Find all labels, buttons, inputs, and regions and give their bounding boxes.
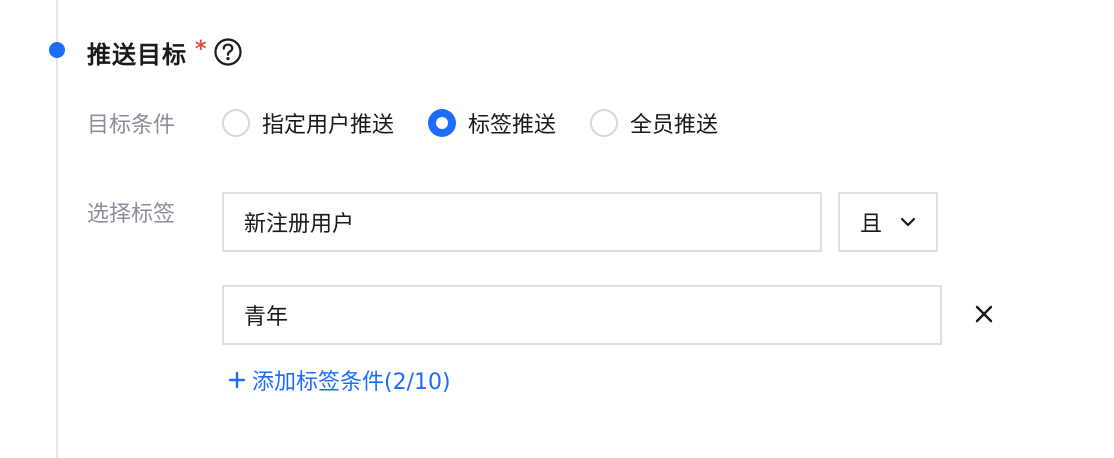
section-header: 推送目标 *	[87, 34, 243, 70]
radio-specified-users[interactable]: 指定用户推送	[222, 107, 394, 139]
logic-operator-select[interactable]: 且	[838, 192, 938, 252]
target-condition-radio-group: 指定用户推送 标签推送 全员推送	[222, 105, 718, 141]
select-tag-label: 选择标签	[87, 202, 176, 227]
tag-input-2[interactable]: 青年	[222, 285, 942, 345]
add-tag-condition-link[interactable]: 添加标签条件(2/10)	[228, 364, 451, 396]
target-condition-label: 目标条件	[87, 113, 176, 138]
radio-label: 全员推送	[630, 113, 719, 138]
radio-circle-unchecked[interactable]	[222, 109, 250, 137]
required-mark: *	[195, 36, 207, 62]
tag-input-1[interactable]: 新注册用户	[222, 192, 822, 252]
radio-all-users[interactable]: 全员推送	[590, 107, 718, 139]
logic-operator-value: 且	[860, 212, 883, 237]
timeline-line	[56, 0, 58, 458]
plus-icon	[228, 371, 246, 389]
section-title: 推送目标	[87, 40, 187, 69]
timeline-dot	[49, 42, 65, 58]
radio-circle-checked[interactable]	[428, 109, 457, 137]
radio-label: 标签推送	[468, 113, 557, 138]
push-target-panel: 推送目标 * 目标条件 指定用户推送 标签推送 全员推送 选择标签 新注册用户 …	[0, 0, 1114, 458]
radio-circle-unchecked[interactable]	[590, 109, 619, 137]
tag-input-value: 青年	[244, 305, 289, 330]
add-tag-condition-label: 添加标签条件(2/10)	[252, 370, 451, 395]
chevron-down-icon	[900, 217, 916, 227]
question-circle-icon[interactable]	[213, 37, 243, 67]
close-icon[interactable]	[970, 300, 998, 328]
tag-input-value: 新注册用户	[244, 212, 355, 237]
radio-label: 指定用户推送	[262, 113, 395, 138]
radio-tag-push[interactable]: 标签推送	[428, 107, 556, 139]
